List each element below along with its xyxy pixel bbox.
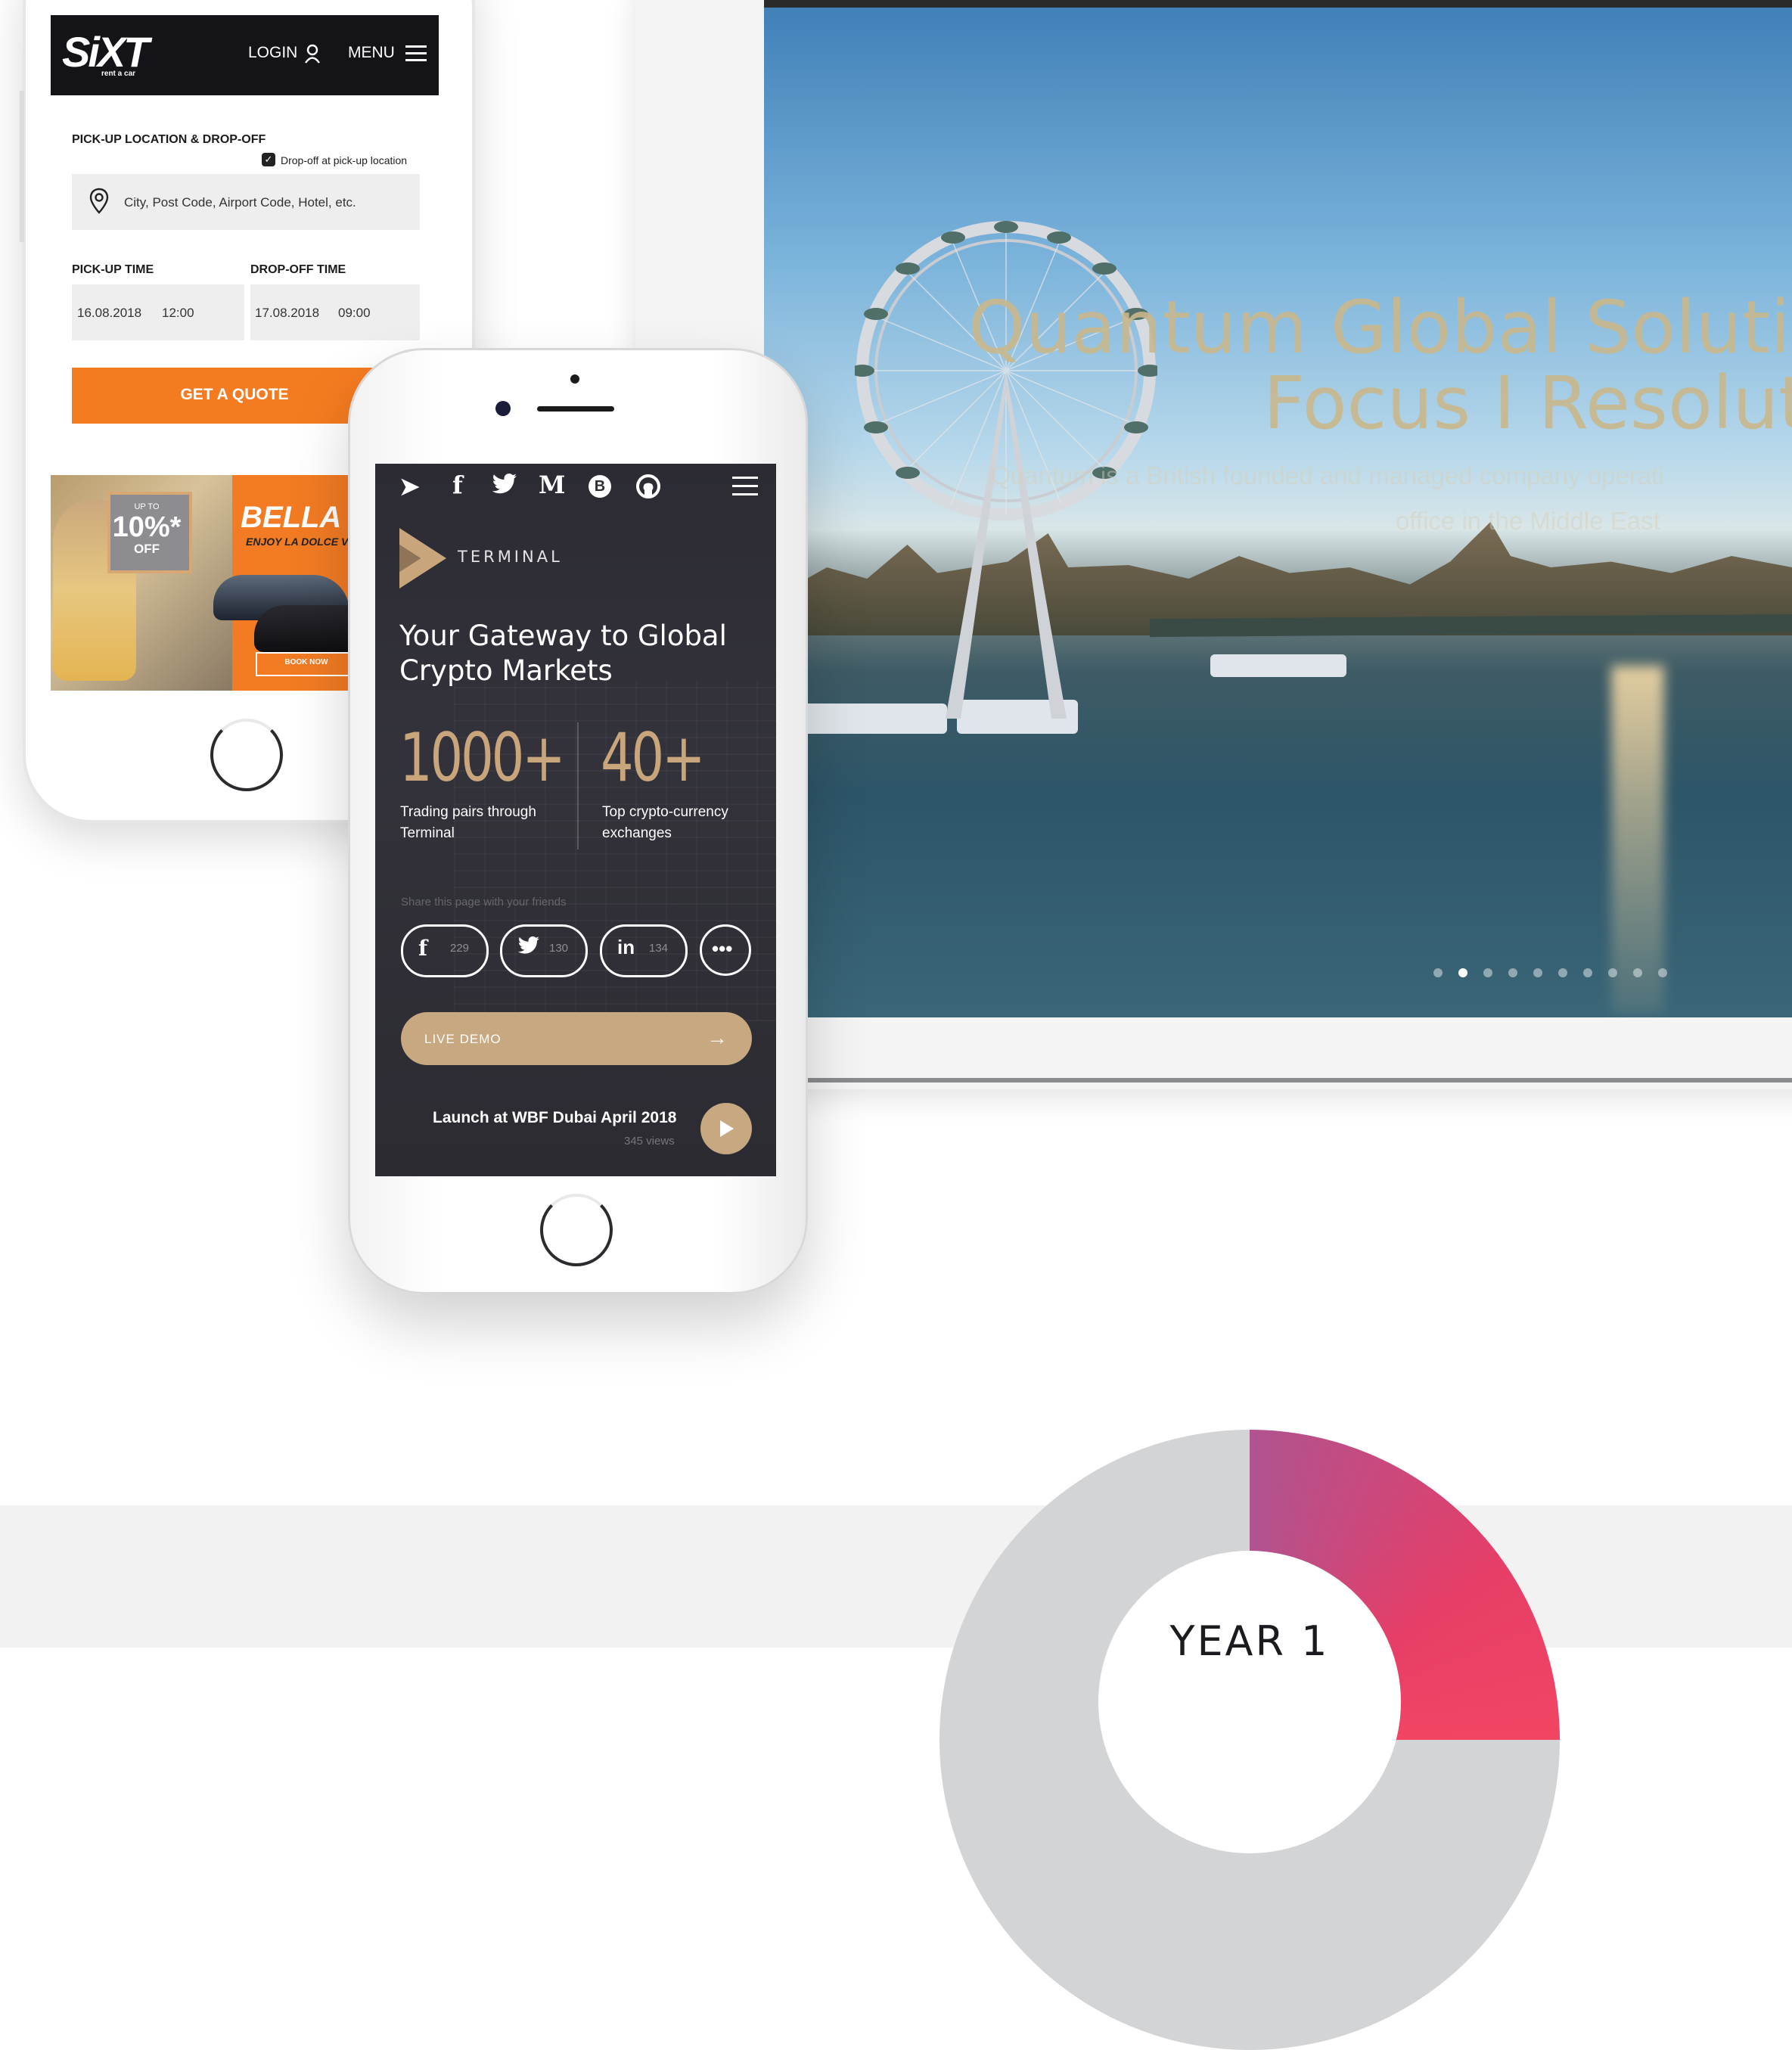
quantum-hero-title: Quantum Global Solution <box>968 285 1792 370</box>
share-count: 130 <box>549 942 569 955</box>
donut-chart-label: YEAR 1 <box>1169 1617 1330 1665</box>
launch-video-views: 345 views <box>624 1135 675 1148</box>
dropoff-same-label: Drop-off at pick-up location <box>281 154 408 166</box>
share-hint: Share this page with your friends <box>401 896 567 909</box>
dropoff-time: 09:00 <box>338 306 371 320</box>
phone-home-button[interactable] <box>210 719 283 791</box>
discount-badge-upto: UP TO <box>134 502 160 511</box>
sun-reflection <box>1611 666 1664 1014</box>
medium-icon[interactable]: M <box>539 471 565 499</box>
donut-chart-hole <box>1098 1551 1401 1853</box>
github-icon[interactable] <box>635 474 661 499</box>
slider-dot[interactable] <box>1633 968 1642 977</box>
phone-side-button <box>20 91 24 242</box>
quantum-hero-subtitle-line2: office in the Middle East <box>1396 507 1660 535</box>
sixt-logo-tagline: rent a car <box>101 70 136 78</box>
get-quote-label: GET A QUOTE <box>180 386 289 403</box>
map-pin-icon <box>89 188 109 214</box>
phone-camera <box>495 401 511 416</box>
sixt-login-link[interactable]: LOGIN <box>248 44 297 62</box>
discount-badge-percent: 10%* <box>112 511 182 543</box>
terminal-logo-icon[interactable] <box>399 528 446 589</box>
facebook-icon[interactable]: f <box>452 471 463 499</box>
terminal-logo-text[interactable]: TERMINAL <box>458 548 563 566</box>
phone-home-button[interactable] <box>540 1194 613 1266</box>
slider-dot[interactable] <box>1533 968 1542 977</box>
slider-dot[interactable] <box>1608 968 1617 977</box>
quantum-hero-title-line2: Focus I Resolutio <box>1263 361 1792 446</box>
terminal-headline: Your Gateway to Global Crypto Markets <box>399 620 727 687</box>
slider-dot[interactable] <box>1558 968 1567 977</box>
play-icon <box>720 1120 734 1137</box>
promo-title: BELLA I <box>241 501 358 534</box>
promo-subtitle: ENJOY LA DOLCE VI <box>246 536 352 548</box>
pickup-date: 16.08.2018 <box>77 306 142 320</box>
twitter-icon[interactable] <box>492 473 517 502</box>
tablet-top-bar <box>764 0 1792 8</box>
share-more-button[interactable]: ••• <box>700 924 751 976</box>
bitcoin-icon[interactable]: B <box>589 475 611 498</box>
slider-dot[interactable] <box>1583 968 1592 977</box>
share-twitter-button[interactable]: 130 <box>500 924 588 977</box>
stat-trading-pairs-value: 1000+ <box>399 719 566 797</box>
phone-speaker <box>537 406 614 412</box>
arrow-right-icon: → <box>707 1026 728 1049</box>
stat-exchanges-value: 40+ <box>601 719 706 797</box>
pickup-time: 12:00 <box>162 306 194 320</box>
pickup-location-heading: PICK-UP LOCATION & DROP-OFF <box>72 133 266 146</box>
dropoff-time-label: DROP-OFF TIME <box>250 263 346 276</box>
slider-dot[interactable] <box>1658 968 1667 977</box>
twitter-icon <box>517 936 540 961</box>
facebook-icon: f <box>418 936 428 961</box>
quantum-hero-subtitle: Quantum is a British founded and managed… <box>991 461 1664 489</box>
live-demo-label: LIVE DEMO <box>424 1032 502 1046</box>
launch-video-title[interactable]: Launch at WBF Dubai April 2018 <box>433 1109 676 1127</box>
river-boat <box>1210 654 1346 677</box>
slider-dot[interactable] <box>1508 968 1517 977</box>
stat-trading-pairs-label: Trading pairs through Terminal <box>400 804 536 841</box>
stat-exchanges-label: Top crypto-currency exchanges <box>602 804 728 841</box>
hamburger-icon[interactable] <box>405 45 427 62</box>
more-icon: ••• <box>712 937 733 960</box>
linkedin-icon: in <box>617 936 635 958</box>
share-facebook-button[interactable]: f 229 <box>401 924 489 977</box>
share-linkedin-button[interactable]: in 134 <box>600 924 688 977</box>
tablet-edge <box>802 1078 1792 1082</box>
slider-pagination <box>1433 968 1667 977</box>
london-eye-illustration <box>855 221 1157 719</box>
user-icon[interactable] <box>304 44 321 64</box>
slider-dot[interactable] <box>1458 968 1467 977</box>
discount-badge-off: OFF <box>134 542 160 556</box>
share-count: 134 <box>649 942 669 955</box>
book-now-label: BOOK NOW <box>284 658 328 666</box>
sixt-menu-link[interactable]: MENU <box>348 44 395 62</box>
telegram-icon[interactable]: ➤ <box>399 472 420 501</box>
slider-dot[interactable] <box>1433 968 1443 977</box>
stat-divider <box>577 722 579 850</box>
dropoff-date: 17.08.2018 <box>255 306 320 320</box>
hamburger-icon[interactable] <box>732 477 758 502</box>
phone-front-sensor <box>570 374 579 384</box>
dropoff-same-checkbox[interactable]: ✓ <box>262 153 275 166</box>
pickup-time-label: PICK-UP TIME <box>72 263 154 276</box>
location-placeholder: City, Post Code, Airport Code, Hotel, et… <box>124 195 356 210</box>
share-count: 229 <box>450 942 470 955</box>
slider-dot[interactable] <box>1483 968 1492 977</box>
